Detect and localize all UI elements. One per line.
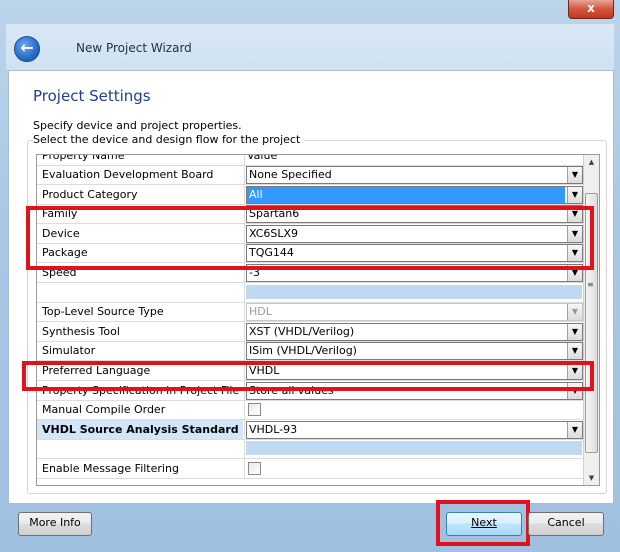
grid-header-name: Property Name <box>42 154 125 162</box>
dropdown-value: XST (VHDL/Verilog) <box>249 324 355 338</box>
property-value-dropdown[interactable]: None Specified ▼ <box>246 166 583 184</box>
property-value-cell <box>244 400 584 420</box>
highlight-preferred-language <box>22 361 594 391</box>
page-description: Specify device and project properties. <box>33 119 242 132</box>
property-value-dropdown: HDL ▼ <box>246 303 583 322</box>
property-value-cell: VHDL-93 ▼ <box>244 419 584 439</box>
more-info-button[interactable]: More Info <box>18 512 92 536</box>
property-row <box>37 439 584 460</box>
chevron-down-icon[interactable]: ▼ <box>567 304 582 321</box>
property-name: VHDL Source Analysis Standard <box>37 419 243 439</box>
grid-header-value: Value <box>244 155 584 165</box>
property-checkbox[interactable] <box>248 403 261 417</box>
cancel-button[interactable]: Cancel <box>528 512 604 536</box>
window-close-button[interactable]: x <box>568 0 614 19</box>
property-value-dropdown[interactable]: ISim (VHDL/Verilog) ▼ <box>246 342 583 361</box>
scroll-down-icon[interactable]: ▼ <box>584 471 599 485</box>
property-row: Enable Message Filtering <box>37 459 583 479</box>
property-row: VHDL Source Analysis Standard VHDL-93 ▼ <box>37 419 584 440</box>
property-value-dropdown[interactable]: All ▼ <box>246 185 583 204</box>
property-name: Simulator <box>42 344 96 358</box>
property-row <box>37 282 584 303</box>
property-value-dropdown[interactable]: VHDL-93 ▼ <box>246 420 583 439</box>
page-title: Project Settings <box>33 87 151 105</box>
cancel-label: Cancel <box>547 516 585 529</box>
scroll-up-icon[interactable]: ▲ <box>584 155 599 169</box>
property-checkbox[interactable] <box>248 462 261 475</box>
property-value-cell: HDL ▼ <box>244 302 584 322</box>
property-value-cell <box>244 439 584 459</box>
scroll-grip-icon: ≡ <box>587 280 594 289</box>
property-name <box>42 439 242 458</box>
property-grid: Property Name Value Evaluation Developme… <box>36 154 600 486</box>
highlight-device-group <box>26 206 594 270</box>
chevron-down-icon[interactable]: ▼ <box>567 343 582 360</box>
property-name <box>42 283 242 302</box>
property-name: Enable Message Filtering <box>42 462 179 475</box>
property-name: Manual Compile Order <box>42 403 166 417</box>
property-value-cell: None Specified ▼ <box>244 165 584 184</box>
property-row: Manual Compile Order <box>37 400 584 421</box>
next-label: Next <box>471 516 497 529</box>
property-row: Evaluation Development Board None Specifi… <box>37 165 583 185</box>
property-name: Evaluation Development Board <box>42 168 214 181</box>
chevron-down-icon[interactable]: ▼ <box>567 323 582 340</box>
next-button[interactable]: Next <box>446 512 522 536</box>
property-value-cell: ISim (VHDL/Verilog) ▼ <box>244 341 584 361</box>
wizard-title: New Project Wizard <box>76 41 192 55</box>
dropdown-value: VHDL-93 <box>249 422 298 436</box>
property-name: Product Category <box>42 187 138 201</box>
grid-scrollbar[interactable]: ▲ ≡ ▼ <box>583 155 599 485</box>
property-value-cell <box>244 282 584 302</box>
dropdown-value: HDL <box>249 305 272 319</box>
property-value-dropdown[interactable]: XST (VHDL/Verilog) ▼ <box>246 322 583 341</box>
property-value-cell: XST (VHDL/Verilog) ▼ <box>244 321 584 341</box>
property-value-cell <box>244 459 584 478</box>
more-info-label: More Info <box>29 516 81 529</box>
chevron-down-icon[interactable]: ▼ <box>567 421 582 438</box>
dropdown-value: None Specified <box>249 168 332 181</box>
dropdown-value: ISim (VHDL/Verilog) <box>249 344 357 358</box>
property-row: Top-Level Source Type HDL ▼ <box>37 302 584 323</box>
chevron-down-icon[interactable]: ▼ <box>567 167 582 183</box>
chevron-down-icon[interactable]: ▼ <box>567 186 582 203</box>
empty-value-bar <box>246 441 582 456</box>
property-row: Simulator ISim (VHDL/Verilog) ▼ <box>37 341 584 362</box>
property-name: Top-Level Source Type <box>42 305 164 319</box>
back-arrow-icon[interactable]: ← <box>14 36 40 62</box>
group-label: Select the device and design flow for th… <box>33 133 305 146</box>
property-name: Synthesis Tool <box>42 324 120 338</box>
dropdown-value: All <box>247 186 565 203</box>
property-value-cell: All ▼ <box>244 184 584 204</box>
property-row: Product Category All ▼ <box>37 184 584 205</box>
wizard-window: x ← New Project Wizard Project Settings … <box>0 0 620 552</box>
wizard-header: ← New Project Wizard <box>6 24 614 70</box>
property-row: Synthesis Tool XST (VHDL/Verilog) ▼ <box>37 321 584 342</box>
empty-value-bar <box>246 284 582 299</box>
